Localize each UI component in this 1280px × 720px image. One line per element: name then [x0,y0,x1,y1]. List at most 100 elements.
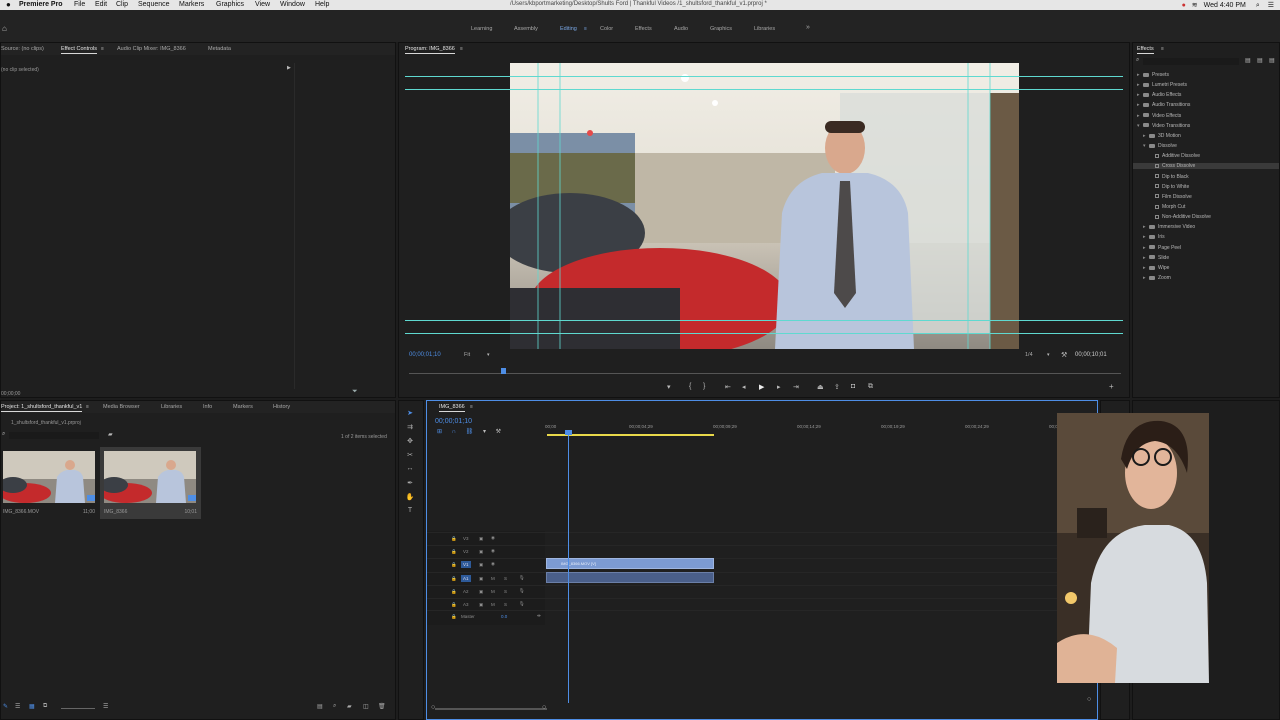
effects-item[interactable]: ▸ Zoom [1143,275,1171,281]
zoom-slider[interactable] [61,708,95,709]
resolution-select[interactable]: 1/4 [1025,352,1033,358]
effects-item[interactable]: ▸ Audio Transitions [1137,102,1190,108]
track-label[interactable]: V3 [461,535,471,542]
ws-menu-icon[interactable]: ≡ [584,26,587,32]
effects-item[interactable]: ▸ Slide [1143,255,1169,261]
video-clip[interactable]: IMG_8366.MOV [V] [546,558,714,569]
timeline-tab[interactable]: IMG_8366 [439,404,465,412]
track-label[interactable]: V2 [461,548,471,555]
razor-tool-icon[interactable]: ✂ [404,451,416,461]
effects-item[interactable]: ▸ Iris [1143,234,1165,240]
voiceover-icon[interactable]: 🎙 [519,575,525,581]
track-label[interactable]: A1 [461,575,471,582]
nest-icon[interactable]: ⊞ [437,429,442,435]
find-icon[interactable]: ⌕ [333,703,336,710]
search-icon[interactable]: ⌕ [1256,2,1260,9]
work-area-bar[interactable] [547,434,714,436]
ws-learning[interactable]: Learning [471,26,492,32]
fit-chevron-icon[interactable]: ▾ [487,352,490,358]
track-label[interactable]: A2 [461,588,471,595]
pencil-icon[interactable]: ✎ [3,703,8,710]
apple-icon[interactable]: ● [6,0,11,9]
project-item-selected[interactable]: IMG_8366 10;01 [100,447,201,519]
comparison-view-icon[interactable]: ⧉ [868,383,873,391]
status-icons[interactable]: ● [1182,2,1186,9]
panel-menu-icon[interactable]: ≡ [101,46,104,52]
new-item-icon[interactable]: ◫ [363,703,369,710]
list-view-icon[interactable]: ☰ [15,703,20,710]
wifi-icon[interactable]: ≋ [1192,2,1198,9]
export-frame-icon[interactable]: ◘ [851,383,855,390]
button-editor-icon[interactable]: + [1109,382,1114,391]
ripple-edit-tool-icon[interactable]: ✥ [404,437,416,447]
project-search-icon[interactable]: ⌕ [2,431,5,438]
toggle-sync-icon[interactable]: ▣ [479,562,483,568]
ws-color[interactable]: Color [600,26,613,32]
effects-item[interactable]: Morph Cut [1149,204,1185,210]
toggle-sync-icon[interactable]: ▣ [479,536,483,542]
tab-media-browser[interactable]: Media Browser [103,404,140,410]
track-select-tool-icon[interactable]: ⇉ [404,423,416,433]
lock-icon[interactable]: 🔒 [451,536,457,542]
ws-assembly[interactable]: Assembly [514,26,538,32]
tab-effect-controls[interactable]: Effect Controls [61,46,97,54]
sort-icon[interactable]: ☰ [103,703,108,710]
new-bin-icon[interactable]: ▰ [347,703,352,710]
effects-item[interactable]: ▸ Audio Effects [1137,92,1181,98]
track-label[interactable]: V1 [461,561,471,568]
effects-item[interactable]: Film Dissolve [1149,194,1192,200]
eye-icon[interactable]: ◉ [491,535,495,541]
effects-menu-icon[interactable]: ≡ [1161,46,1164,52]
effects-item[interactable]: ▸ Lumetri Presets [1137,82,1187,88]
step-forward-icon[interactable]: ▸ [777,383,781,391]
effects-item[interactable]: ▸ Presets [1137,72,1169,78]
toggle-sync-icon[interactable]: ▣ [479,602,483,608]
effects-title[interactable]: Effects [1137,46,1154,54]
program-playhead[interactable] [501,368,506,374]
tab-markers[interactable]: Markers [233,404,253,410]
voiceover-icon[interactable]: 🎙 [519,588,525,594]
menu-help[interactable]: Help [315,1,329,8]
timeline-scrollbar[interactable] [435,708,547,710]
tab-project[interactable]: Project: 1_shultsford_thankful_v1 [1,404,83,412]
tab-info[interactable]: Info [203,404,212,410]
effects-search-input[interactable] [1143,58,1239,65]
selection-tool-icon[interactable]: ➤ [404,409,416,419]
clock[interactable]: Wed 4:40 PM [1204,2,1246,9]
eye-icon[interactable]: ◉ [491,548,495,554]
new-bin-icon[interactable]: ▰ [108,431,113,438]
add-marker-icon[interactable]: ▾ [483,429,486,435]
effects-item[interactable]: ▸ Wipe [1143,265,1169,271]
lock-icon[interactable]: 🔒 [451,602,457,608]
step-back-icon[interactable]: ◂ [742,383,746,391]
lock-icon[interactable]: 🔒 [451,589,457,595]
icon-view-icon[interactable]: ▦ [29,703,35,710]
32bit-effects-icon[interactable]: ▤ [1257,57,1263,64]
add-marker-icon[interactable]: ▾ [667,383,671,391]
zoom-fit-select[interactable]: Fit [464,352,470,358]
home-icon[interactable]: ⌂ [2,24,7,33]
menu-graphics[interactable]: Graphics [216,1,244,8]
effects-item[interactable]: ▾ Video Transitions [1137,123,1190,129]
more-workspaces-icon[interactable]: » [806,24,810,31]
effects-search-icon[interactable]: ⌕ [1136,57,1139,64]
effects-item[interactable]: ▾ Dissolve [1143,143,1177,149]
pen-tool-icon[interactable]: ✒ [404,479,416,489]
menu-edit[interactable]: Edit [95,1,107,8]
effects-item[interactable]: ▸ Page Peel [1143,245,1181,251]
effects-item[interactable]: ▸ Video Effects [1137,113,1181,119]
mark-out-icon[interactable]: } [703,383,705,390]
lock-icon[interactable]: 🔒 [451,614,457,620]
menu-file[interactable]: File [74,1,85,8]
toggle-sync-icon[interactable]: ▣ [479,549,483,555]
effects-item[interactable]: Additive Dissolve [1149,153,1200,159]
menu-clip[interactable]: Clip [116,1,128,8]
tab-metadata[interactable]: Metadata [208,46,231,52]
project-search-input[interactable] [9,432,99,439]
extract-icon[interactable]: ⇪ [834,383,840,391]
timeline-scroll-handle-left[interactable]: ○ [431,704,435,711]
lock-icon[interactable]: 🔒 [451,576,457,582]
effects-item[interactable]: Dip to White [1149,184,1189,190]
trash-icon[interactable]: 🗑 [378,703,386,710]
snap-icon[interactable]: ∩ [452,429,456,435]
